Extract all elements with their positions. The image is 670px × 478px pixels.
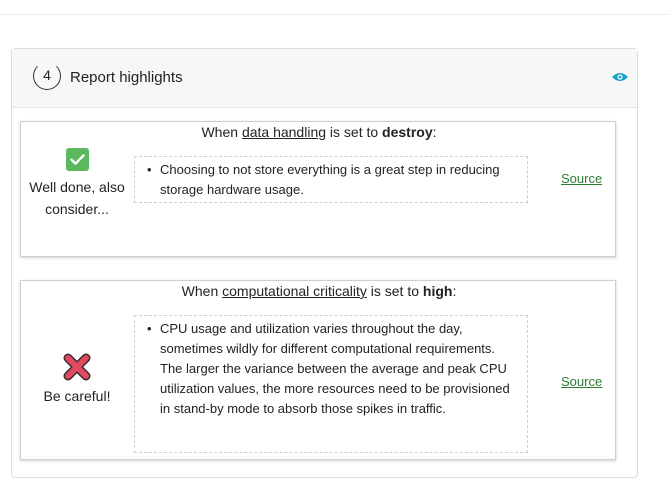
heading-text: is set to	[326, 124, 383, 140]
heading-text: :	[432, 124, 437, 140]
cross-icon	[63, 353, 91, 381]
recommendation-list: Choosing to not store everything is a gr…	[146, 160, 519, 200]
eye-icon[interactable]	[611, 71, 629, 83]
card-heading: When data handling is set to destroy:	[21, 123, 617, 141]
parameter-name: data handling	[241, 124, 327, 140]
parameter-value: destroy	[382, 124, 433, 140]
parameter-name: computational criticality	[222, 283, 367, 299]
recommendation-list: CPU usage and utilization varies through…	[146, 319, 519, 419]
check-icon	[65, 148, 89, 171]
highlight-card-computational-criticality: When computational criticality is set to…	[20, 280, 616, 460]
recommendation-box: CPU usage and utilization varies through…	[134, 315, 528, 453]
status-text: Be careful!	[43, 388, 111, 404]
recommendation-box: Choosing to not store everything is a gr…	[134, 156, 528, 203]
panel-title: Report highlights	[70, 69, 183, 86]
panel-header[interactable]: 4 Report highlights	[12, 49, 637, 108]
status-indicator: Be careful!	[21, 351, 133, 407]
top-divider	[0, 14, 670, 15]
status-indicator: Well done, also consider...	[21, 148, 133, 220]
card-heading: When computational criticality is set to…	[21, 282, 617, 300]
heading-text: When	[201, 124, 242, 140]
highlight-card-data-handling: When data handling is set to destroy: We…	[20, 121, 616, 257]
heading-text: is set to	[366, 283, 423, 299]
list-item: Choosing to not store everything is a gr…	[147, 160, 519, 200]
heading-text: When	[181, 283, 223, 299]
list-item: CPU usage and utilization varies through…	[147, 319, 519, 419]
report-highlights-panel: 4 Report highlights When data handling i…	[11, 48, 638, 478]
source-link[interactable]: Source	[561, 171, 602, 186]
status-text: Well done, also consider...	[29, 179, 125, 217]
step-number-badge: 4	[33, 62, 61, 90]
source-link[interactable]: Source	[561, 374, 602, 389]
heading-text: :	[452, 283, 457, 299]
parameter-value: high	[422, 283, 453, 299]
